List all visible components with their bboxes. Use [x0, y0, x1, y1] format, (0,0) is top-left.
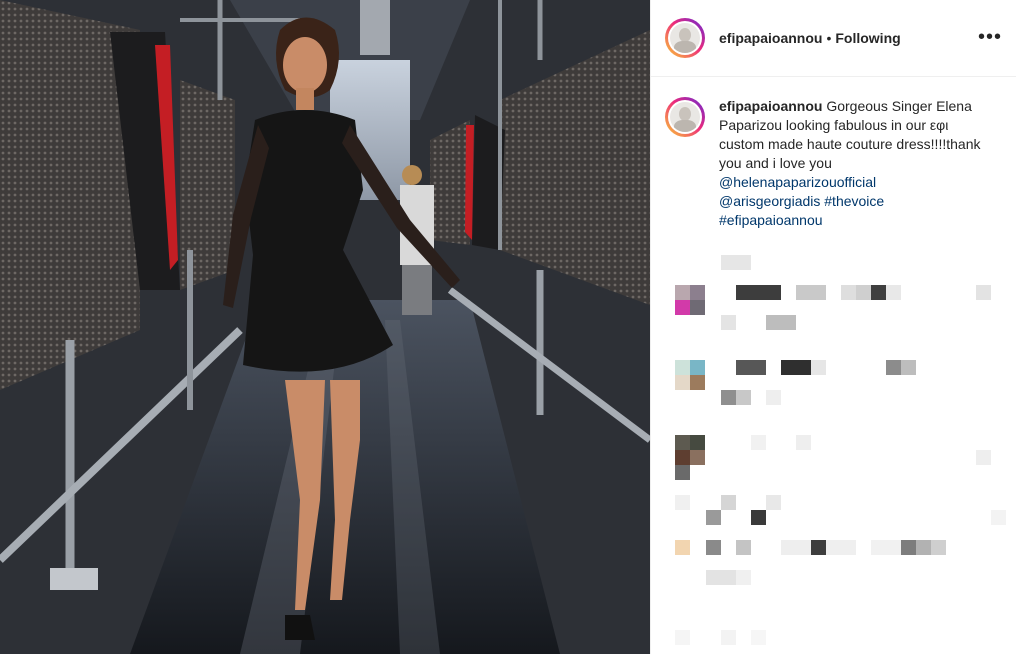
post-photo[interactable] — [0, 0, 650, 654]
redacted-block — [931, 540, 946, 555]
redacted-avatar — [675, 450, 690, 465]
mention-link[interactable]: @helenapaparizouofficial — [719, 174, 876, 190]
redacted-block — [991, 510, 1006, 525]
redacted-block — [826, 540, 856, 555]
redacted-block — [766, 315, 796, 330]
photo-scene — [0, 0, 650, 654]
redacted-block — [811, 540, 826, 555]
redacted-block — [751, 630, 766, 645]
redacted-block — [811, 360, 826, 375]
redacted-block — [796, 435, 811, 450]
post-sidebar: efipapaioannou • Following ••• efipapaio… — [650, 0, 1016, 654]
redacted-avatar — [675, 285, 690, 300]
redacted-block — [766, 390, 781, 405]
avatar[interactable] — [665, 18, 705, 58]
redacted-block — [886, 285, 901, 300]
redacted-avatar — [690, 300, 705, 315]
following-button[interactable]: Following — [835, 30, 900, 46]
redacted-block — [675, 630, 690, 645]
redacted-block — [916, 540, 931, 555]
redacted-avatar — [690, 450, 705, 465]
redacted-block — [871, 285, 886, 300]
redacted-block — [721, 390, 736, 405]
redacted-block — [736, 540, 751, 555]
mention-link[interactable]: @arisgeorgiadis — [719, 193, 820, 209]
redacted-avatar — [675, 465, 690, 480]
redacted-block — [781, 540, 811, 555]
redacted-block — [706, 570, 736, 585]
caption-username[interactable]: efipapaioannou — [719, 98, 822, 114]
redacted-block — [706, 510, 721, 525]
redacted-avatar — [690, 375, 705, 390]
redacted-block — [721, 255, 751, 270]
redacted-block — [976, 450, 991, 465]
caption-avatar[interactable] — [665, 97, 705, 137]
redacted-avatar — [675, 495, 690, 510]
redacted-avatar — [690, 285, 705, 300]
more-horizontal-icon[interactable]: ••• — [978, 27, 1002, 47]
redacted-block — [736, 390, 751, 405]
header-username[interactable]: efipapaioannou — [719, 30, 822, 46]
redacted-avatar — [690, 360, 705, 375]
redacted-block — [856, 285, 871, 300]
post-header: efipapaioannou • Following ••• — [651, 0, 1016, 77]
redacted-avatar — [675, 375, 690, 390]
separator-dot: • — [826, 30, 832, 46]
redacted-block — [751, 435, 766, 450]
redacted-block — [871, 540, 901, 555]
redacted-block — [736, 285, 781, 300]
redacted-avatar — [675, 300, 690, 315]
redacted-block — [721, 315, 736, 330]
redacted-block — [901, 360, 916, 375]
redacted-block — [736, 570, 751, 585]
redacted-block — [781, 360, 811, 375]
redacted-block — [886, 360, 901, 375]
caption-text: efipapaioannou Gorgeous Singer Elena Pap… — [719, 97, 981, 230]
redacted-block — [721, 495, 736, 510]
redacted-block — [841, 285, 856, 300]
redacted-avatar — [675, 360, 690, 375]
redacted-block — [721, 630, 736, 645]
redacted-block — [706, 540, 721, 555]
redacted-block — [976, 285, 991, 300]
redacted-block — [751, 510, 766, 525]
redacted-block — [796, 285, 826, 300]
redacted-avatar — [675, 540, 690, 555]
post-caption: efipapaioannou Gorgeous Singer Elena Pap… — [651, 77, 1016, 230]
redacted-block — [901, 540, 916, 555]
redacted-block — [736, 360, 766, 375]
redacted-avatar — [690, 435, 705, 450]
hashtag-link[interactable]: #efipapaioannou — [719, 212, 823, 228]
hashtag-link[interactable]: #thevoice — [824, 193, 884, 209]
redacted-block — [766, 495, 781, 510]
redacted-avatar — [675, 435, 690, 450]
